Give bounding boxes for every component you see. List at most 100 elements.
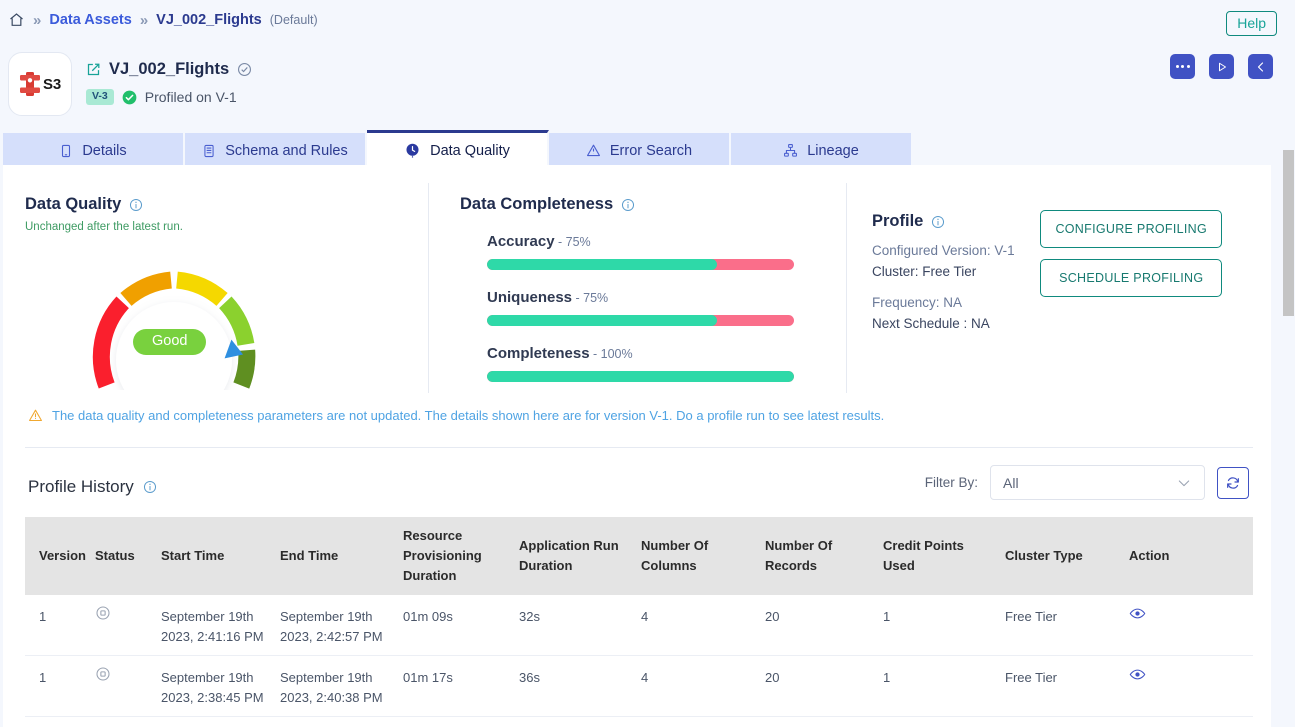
schedule-profiling-button[interactable]: SCHEDULE PROFILING <box>1040 259 1222 297</box>
s3-bucket-icon <box>19 71 41 97</box>
breadcrumb-default-tag: (Default) <box>270 13 318 27</box>
page-scrollbar-track[interactable] <box>1282 0 1295 727</box>
edit-icon[interactable] <box>86 62 101 77</box>
metric-accuracy-label: Accuracy <box>487 233 555 250</box>
profile-history-header: Profile History <box>28 477 157 497</box>
asset-meta: VJ_002_Flights V-3 Profiled on V-1 <box>86 52 252 116</box>
refresh-button[interactable] <box>1217 467 1249 499</box>
lineage-icon <box>783 143 798 158</box>
cell-end-time: September 19th 2023, 2:40:38 PM <box>280 668 403 708</box>
profile-next-schedule: Next Schedule : NA <box>872 316 1252 331</box>
chevron-left-icon <box>1255 61 1267 73</box>
col-resource-provisioning-duration: Resource Provisioning Duration <box>403 526 519 586</box>
eye-icon <box>1129 666 1146 683</box>
cell-version: 1 <box>25 607 95 627</box>
breadcrumb: » Data Assets » VJ_002_Flights (Default) <box>8 12 318 28</box>
s3-label: S3 <box>43 76 61 93</box>
home-icon[interactable] <box>8 12 25 28</box>
tab-data-quality[interactable]: Data Quality <box>367 130 549 168</box>
filter-by-label: Filter By: <box>925 475 978 490</box>
info-icon[interactable] <box>621 198 635 212</box>
breadcrumb-chevron-icon-2: » <box>140 13 148 28</box>
cell-provisioning-duration: 01m 09s <box>403 607 519 627</box>
tab-error-search[interactable]: Error Search <box>549 133 731 168</box>
table-row[interactable]: 1 September 19th 2023, 2:41:16 PM Septem… <box>25 595 1253 656</box>
metric-uniqueness-bar <box>487 315 794 326</box>
metric-completeness-fill <box>487 371 794 382</box>
help-button[interactable]: Help <box>1226 11 1277 36</box>
cell-action <box>1129 668 1229 683</box>
data-quality-icon <box>404 142 421 159</box>
data-completeness-title: Data Completeness <box>460 195 613 214</box>
col-application-run-duration: Application Run Duration <box>519 536 641 576</box>
cell-end-time: September 19th 2023, 2:42:57 PM <box>280 607 403 647</box>
gauge-segment-fair <box>126 280 171 299</box>
col-number-of-records: Number Of Records <box>765 536 883 576</box>
schema-icon <box>202 144 216 158</box>
metric-accuracy-bar <box>487 259 794 270</box>
breadcrumb-chevron-icon: » <box>33 13 41 28</box>
profile-title: Profile <box>872 212 923 231</box>
collapse-button[interactable] <box>1248 54 1273 79</box>
gauge-svg <box>29 245 319 390</box>
version-chip: V-3 <box>86 89 114 105</box>
tab-lineage[interactable]: Lineage <box>731 133 913 168</box>
cell-cluster-type: Free Tier <box>1005 607 1129 627</box>
breadcrumb-link-data-assets[interactable]: Data Assets <box>49 12 131 28</box>
metric-accuracy-fill <box>487 259 717 270</box>
metric-uniqueness: Uniqueness - 75% <box>487 289 850 326</box>
more-options-button[interactable] <box>1170 54 1195 79</box>
profiled-check-icon <box>122 90 137 105</box>
tab-error-search-label: Error Search <box>610 143 692 159</box>
cell-run-duration: 32s <box>519 607 641 627</box>
warning-triangle-icon <box>586 143 601 158</box>
data-quality-subtitle: Unchanged after the latest run. <box>25 221 425 233</box>
cell-credit-points: 1 <box>883 607 1005 627</box>
refresh-icon <box>1225 475 1241 491</box>
run-profile-button[interactable] <box>1209 54 1234 79</box>
stop-circle-icon <box>95 605 111 621</box>
s3-logo-tile: S3 <box>8 52 72 116</box>
info-icon[interactable] <box>931 215 945 229</box>
profile-frequency: Frequency: NA <box>872 295 1252 310</box>
col-number-of-columns: Number Of Columns <box>641 536 765 576</box>
tab-schema-and-rules[interactable]: Schema and Rules <box>185 133 367 168</box>
app-page: » Data Assets » VJ_002_Flights (Default)… <box>0 0 1295 727</box>
cell-status <box>95 607 161 621</box>
cell-action <box>1129 607 1229 622</box>
asset-header: S3 VJ_002_Flights V-3 <box>8 52 252 116</box>
col-credit-points-used: Credit Points Used <box>883 536 1005 576</box>
gauge-segment-good <box>225 302 246 344</box>
metric-completeness-label: Completeness <box>487 345 590 362</box>
metric-completeness-bar <box>487 371 794 382</box>
col-status: Status <box>95 546 161 566</box>
panel-divider-1 <box>428 183 429 393</box>
info-icon[interactable] <box>129 198 143 212</box>
cell-version: 1 <box>25 668 95 688</box>
verified-outline-icon <box>237 62 252 77</box>
metric-accuracy-value: 75% <box>566 235 591 249</box>
gauge-segment-excellent <box>241 350 247 385</box>
info-icon[interactable] <box>143 480 157 494</box>
col-start-time: Start Time <box>161 546 280 566</box>
page-scrollbar-thumb[interactable] <box>1283 150 1294 316</box>
configure-profiling-button[interactable]: CONFIGURE PROFILING <box>1040 210 1222 248</box>
cell-number-of-columns: 4 <box>641 668 765 688</box>
profile-history-title: Profile History <box>28 477 134 497</box>
metric-accuracy: Accuracy - 75% <box>487 233 850 270</box>
metric-uniqueness-label: Uniqueness <box>487 289 572 306</box>
data-quality-title: Data Quality <box>25 195 121 214</box>
tab-data-quality-label: Data Quality <box>430 143 510 159</box>
tab-details[interactable]: Details <box>3 133 185 168</box>
stop-circle-icon <box>95 666 111 682</box>
eye-icon <box>1129 605 1146 622</box>
stale-data-warning: The data quality and completeness parame… <box>28 408 884 423</box>
filter-controls: Filter By: All <box>925 465 1249 500</box>
col-version: Version <box>25 546 95 566</box>
table-row[interactable]: 1 September 19th 2023, 2:38:45 PM Septem… <box>25 656 1253 717</box>
filter-by-select[interactable]: All <box>990 465 1205 500</box>
cell-number-of-records: 20 <box>765 607 883 627</box>
summary-panels: Data Quality Unchanged after the latest … <box>3 165 1271 395</box>
play-icon <box>1216 61 1228 73</box>
profile-buttons: CONFIGURE PROFILING SCHEDULE PROFILING <box>1040 210 1222 297</box>
